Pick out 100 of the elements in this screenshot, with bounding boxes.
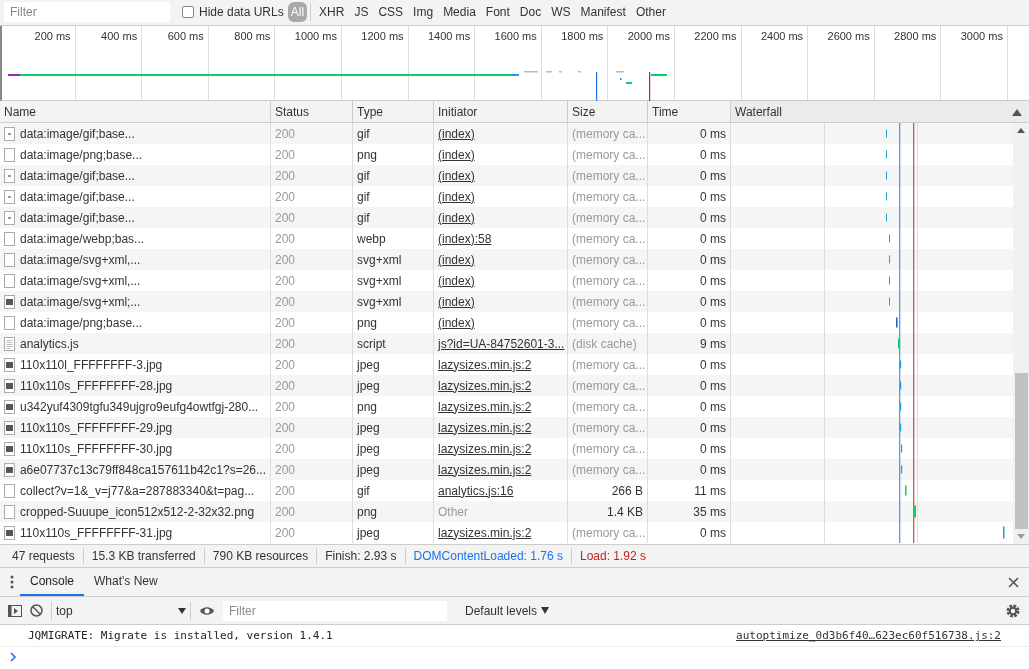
source-link[interactable]: autoptimize_0d3b6f40…623ec60f516738.js:2 [736, 629, 1001, 642]
initiator-link[interactable]: analytics.js:16 [438, 483, 514, 498]
context-dropdown[interactable]: top [51, 601, 191, 620]
request-name[interactable]: 110x110s_FFFFFFFF-30.jpg [20, 441, 173, 456]
request-name[interactable]: data:image/gif;base... [20, 168, 135, 183]
status-code: 200 [275, 231, 296, 246]
column-header[interactable]: Initiator [434, 101, 568, 122]
initiator-link[interactable]: (index) [438, 147, 475, 162]
summary-text: 790 KB resources [204, 548, 318, 564]
request-name[interactable]: cropped-Suuupe_icon512x512-2-32x32.png [20, 504, 255, 519]
file-icon [4, 252, 15, 267]
image-thumbnail-icon [4, 294, 15, 309]
settings-icon[interactable] [1005, 602, 1021, 619]
type-filter-button[interactable]: Doc [514, 3, 547, 22]
resource-size: (memory ca... [572, 231, 646, 246]
type-filter-button[interactable]: CSS [373, 3, 409, 22]
type-filter-button[interactable]: Manifest [575, 3, 631, 22]
request-name[interactable]: a6e07737c13c79ff848ca157611b42c1?s=26... [19, 462, 266, 477]
more-options-icon [10, 575, 14, 589]
resource-size: (memory ca... [572, 357, 646, 372]
type-filter-button[interactable]: Img [408, 3, 439, 22]
text-file-icon [4, 336, 15, 351]
timeline-tick-label: 1800 ms [561, 29, 604, 42]
resource-size: (memory ca... [572, 378, 646, 393]
filter-field[interactable]: Filter [4, 2, 170, 23]
drawer-tab[interactable]: What's New [84, 568, 168, 596]
type-filter-button[interactable]: WS [546, 3, 576, 22]
initiator-link[interactable]: (index):58 [438, 231, 492, 246]
initiator-link[interactable]: (index) [438, 252, 475, 267]
request-name[interactable]: analytics.js [20, 336, 79, 351]
request-name[interactable]: data:image/png;base... [20, 147, 143, 162]
status-code: 200 [275, 441, 296, 456]
column-header[interactable]: Name [0, 101, 271, 122]
initiator-link[interactable]: lazysizes.min.js:2 [438, 441, 532, 456]
status-code: 200 [275, 357, 296, 372]
timeline-tick-label: 2800 ms [894, 29, 937, 42]
request-time: 0 ms [700, 525, 726, 540]
initiator-link[interactable]: (index) [438, 168, 475, 183]
request-name[interactable]: 110x110s_FFFFFFFF-29.jpg [20, 420, 173, 435]
console-filter-field[interactable]: Filter [223, 600, 447, 621]
resource-type: svg+xml [357, 273, 402, 288]
timeline-tick-label: 200 ms [34, 29, 71, 42]
type-filter-button[interactable]: Media [438, 3, 481, 22]
resource-size: (memory ca... [572, 315, 646, 330]
resource-type: script [357, 336, 386, 351]
request-name[interactable]: 110x110l_FFFFFFFF-3.jpg [20, 357, 163, 372]
initiator-link[interactable]: lazysizes.min.js:2 [438, 462, 532, 477]
scrollbar-thumb[interactable] [1014, 373, 1028, 529]
checkbox[interactable] [182, 6, 194, 19]
request-name[interactable]: 110x110s_FFFFFFFF-28.jpg [20, 378, 173, 393]
initiator-link[interactable]: (index) [438, 315, 475, 330]
image-thumbnail-icon [4, 420, 15, 435]
resource-size: (disk cache) [572, 336, 637, 351]
request-name[interactable]: data:image/gif;base... [20, 210, 135, 225]
initiator-link[interactable]: js?id=UA-84752601-3... [438, 336, 565, 351]
column-header[interactable]: Status [271, 101, 353, 122]
file-icon [4, 168, 15, 183]
initiator-link[interactable]: lazysizes.min.js:2 [438, 399, 532, 414]
request-name[interactable]: data:image/gif;base... [20, 126, 135, 141]
type-filter-button[interactable]: JS [349, 3, 374, 22]
summary-text: Load: 1.92 s [579, 548, 648, 564]
column-header[interactable]: Size [568, 101, 648, 122]
request-name[interactable]: data:image/png;base... [20, 315, 143, 330]
request-name[interactable]: data:image/webp;bas... [20, 231, 145, 246]
file-icon [4, 189, 15, 204]
initiator-link[interactable]: lazysizes.min.js:2 [438, 378, 532, 393]
resource-type: gif [357, 483, 370, 498]
initiator-link[interactable]: lazysizes.min.js:2 [438, 357, 532, 372]
close-icon[interactable] [1008, 576, 1019, 588]
request-name[interactable]: data:image/gif;base... [20, 189, 135, 204]
type-filter-button[interactable]: Other [630, 3, 671, 22]
request-name[interactable]: data:image/svg+xml;... [20, 294, 141, 309]
status-code: 200 [275, 525, 296, 540]
type-filter-button[interactable]: XHR [314, 3, 350, 22]
image-thumbnail-icon [4, 525, 15, 540]
initiator-link[interactable]: lazysizes.min.js:2 [438, 525, 532, 540]
type-filter-button[interactable]: Font [480, 3, 515, 22]
clear-icon[interactable] [30, 604, 43, 617]
request-name[interactable]: data:image/svg+xml,... [20, 273, 141, 288]
initiator-link[interactable]: (index) [438, 126, 475, 141]
image-thumbnail-icon [4, 399, 15, 414]
initiator-link[interactable]: (index) [438, 273, 475, 288]
initiator-link[interactable]: lazysizes.min.js:2 [438, 420, 532, 435]
request-name[interactable]: data:image/svg+xml,... [20, 252, 141, 267]
sidebar-toggle-icon[interactable] [8, 604, 22, 617]
request-time: 0 ms [700, 357, 726, 372]
request-name[interactable]: 110x110s_FFFFFFFF-31.jpg [20, 525, 173, 540]
initiator-link[interactable]: (index) [438, 210, 475, 225]
column-header[interactable]: Waterfall [731, 101, 1029, 122]
log-levels-dropdown[interactable]: Default levels [459, 602, 556, 619]
initiator-link[interactable]: (index) [438, 189, 475, 204]
request-name[interactable]: collect?v=1&_v=j77&a=287883340&t=pag... [20, 483, 255, 498]
eye-icon[interactable] [199, 604, 215, 617]
initiator-link[interactable]: (index) [438, 294, 475, 309]
request-time: 0 ms [700, 462, 726, 477]
image-thumbnail-icon [4, 441, 15, 456]
column-header[interactable]: Type [353, 101, 434, 122]
request-time: 0 ms [700, 147, 726, 162]
file-icon [4, 504, 15, 519]
request-name[interactable]: u342yuf4309tgfu349ujgro9eufg4owtfgj-280... [20, 399, 259, 414]
